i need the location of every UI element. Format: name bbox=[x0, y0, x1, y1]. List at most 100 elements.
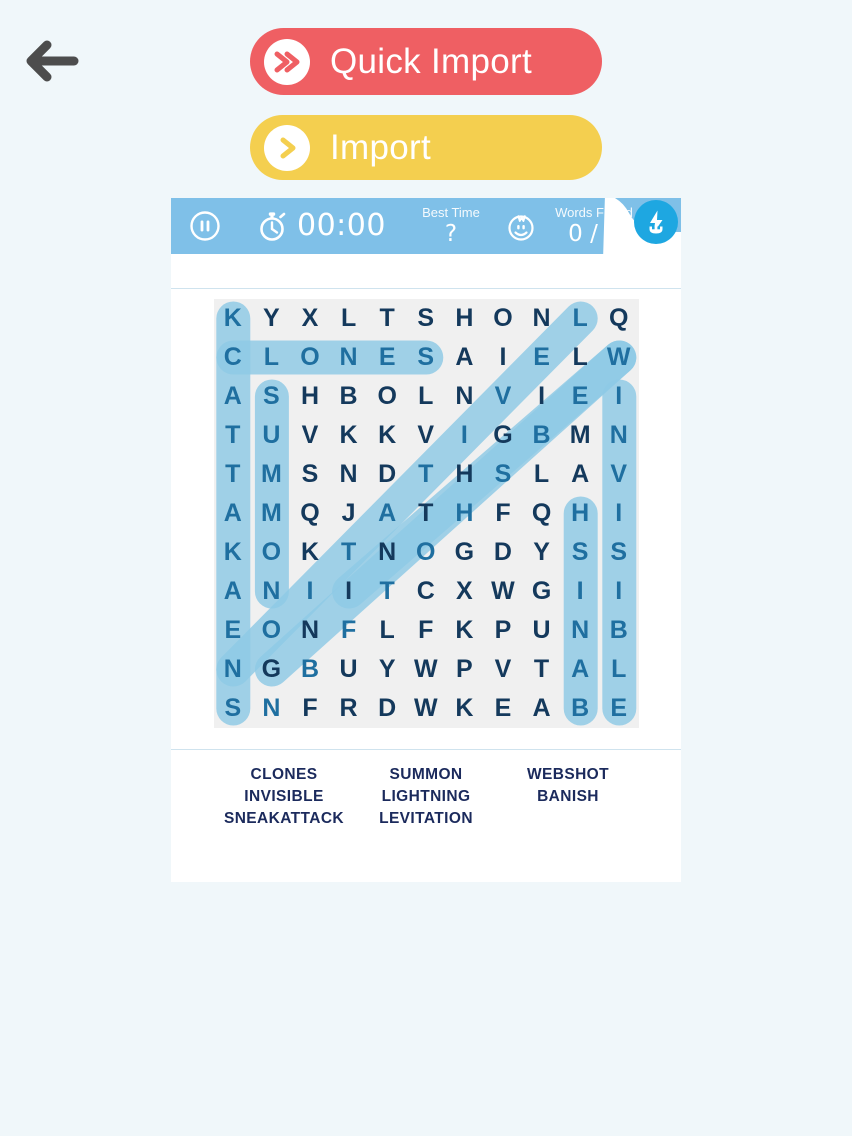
grid-cell[interactable]: V bbox=[484, 377, 523, 416]
grid-cell[interactable]: L bbox=[561, 338, 600, 377]
grid-cell[interactable]: N bbox=[522, 299, 561, 338]
grid-cell[interactable]: G bbox=[522, 572, 561, 611]
grid-cell[interactable]: M bbox=[252, 455, 291, 494]
grid-cell[interactable]: A bbox=[445, 338, 484, 377]
grid-cell[interactable]: T bbox=[214, 416, 253, 455]
word-list-item[interactable]: CLONES bbox=[213, 764, 355, 786]
grid-cell[interactable]: E bbox=[561, 377, 600, 416]
grid-cell[interactable]: J bbox=[329, 494, 368, 533]
grid-cell[interactable]: Q bbox=[599, 299, 638, 338]
grid-cell[interactable]: H bbox=[445, 455, 484, 494]
grid-cell[interactable]: K bbox=[291, 533, 330, 572]
grid-cell[interactable]: I bbox=[445, 416, 484, 455]
grid-cell[interactable]: X bbox=[445, 572, 484, 611]
grid-cell[interactable]: Y bbox=[252, 299, 291, 338]
grid-cell[interactable]: N bbox=[599, 416, 638, 455]
grid-cell[interactable]: S bbox=[561, 533, 600, 572]
grid-cell[interactable]: C bbox=[406, 572, 445, 611]
grid-cell[interactable]: L bbox=[522, 455, 561, 494]
grid-cell[interactable]: S bbox=[599, 533, 638, 572]
grid-cell[interactable]: W bbox=[484, 572, 523, 611]
grid-cell[interactable]: I bbox=[561, 572, 600, 611]
letter-grid[interactable]: KYXLTSHONLQCLONESAIELWASHBOLNVIEITUVKKVI… bbox=[213, 299, 639, 728]
grid-cell[interactable]: K bbox=[368, 416, 407, 455]
word-list-item[interactable]: BANISH bbox=[497, 786, 639, 808]
grid-cell[interactable]: N bbox=[368, 533, 407, 572]
grid-cell[interactable]: N bbox=[445, 377, 484, 416]
grid-cell[interactable]: O bbox=[484, 299, 523, 338]
grid-cell[interactable]: D bbox=[368, 455, 407, 494]
grid-cell[interactable]: O bbox=[252, 533, 291, 572]
grid-cell[interactable]: Y bbox=[368, 650, 407, 689]
grid-cell[interactable]: V bbox=[291, 416, 330, 455]
grid-cell[interactable]: L bbox=[599, 650, 638, 689]
grid-cell[interactable]: L bbox=[252, 338, 291, 377]
grid-cell[interactable]: T bbox=[406, 494, 445, 533]
grid-cell[interactable]: Q bbox=[522, 494, 561, 533]
grid-cell[interactable]: I bbox=[599, 494, 638, 533]
grid-cell[interactable]: M bbox=[252, 494, 291, 533]
grid-cell[interactable]: N bbox=[561, 611, 600, 650]
grid-cell[interactable]: T bbox=[329, 533, 368, 572]
grid-cell[interactable]: H bbox=[561, 494, 600, 533]
grid-cell[interactable]: S bbox=[214, 689, 253, 728]
import-button[interactable]: Import bbox=[250, 115, 602, 180]
grid-cell[interactable]: W bbox=[406, 650, 445, 689]
grid-cell[interactable]: P bbox=[484, 611, 523, 650]
grid-cell[interactable]: H bbox=[445, 494, 484, 533]
grid-cell[interactable]: K bbox=[445, 611, 484, 650]
grid-cell[interactable]: S bbox=[406, 299, 445, 338]
back-button[interactable] bbox=[20, 30, 82, 92]
grid-cell[interactable]: I bbox=[522, 377, 561, 416]
grid-cell[interactable]: I bbox=[329, 572, 368, 611]
quick-import-button[interactable]: Quick Import bbox=[250, 28, 602, 95]
grid-cell[interactable]: B bbox=[522, 416, 561, 455]
grid-cell[interactable]: G bbox=[484, 416, 523, 455]
grid-cell[interactable]: S bbox=[291, 455, 330, 494]
grid-cell[interactable]: I bbox=[599, 572, 638, 611]
grid-cell[interactable]: K bbox=[445, 689, 484, 728]
word-list-item[interactable]: LIGHTNING bbox=[355, 786, 497, 808]
grid-cell[interactable]: X bbox=[291, 299, 330, 338]
grid-cell[interactable]: V bbox=[599, 455, 638, 494]
grid-cell[interactable]: B bbox=[291, 650, 330, 689]
grid-cell[interactable]: A bbox=[561, 650, 600, 689]
grid-cell[interactable]: I bbox=[291, 572, 330, 611]
word-list-item[interactable]: SNEAKATTACK bbox=[213, 808, 355, 830]
grid-cell[interactable]: K bbox=[214, 533, 253, 572]
grid-cell[interactable]: H bbox=[445, 299, 484, 338]
grid-cell[interactable]: O bbox=[406, 533, 445, 572]
grid-cell[interactable]: T bbox=[214, 455, 253, 494]
grid-cell[interactable]: F bbox=[291, 689, 330, 728]
grid-cell[interactable]: L bbox=[406, 377, 445, 416]
grid-cell[interactable]: L bbox=[368, 611, 407, 650]
grid-cell[interactable]: L bbox=[329, 299, 368, 338]
grid-cell[interactable]: W bbox=[599, 338, 638, 377]
grid-cell[interactable]: U bbox=[252, 416, 291, 455]
grid-cell[interactable]: Q bbox=[291, 494, 330, 533]
grid-cell[interactable]: E bbox=[214, 611, 253, 650]
grid-cell[interactable]: K bbox=[329, 416, 368, 455]
grid-cell[interactable]: W bbox=[406, 689, 445, 728]
grid-cell[interactable]: Y bbox=[522, 533, 561, 572]
grid-cell[interactable]: B bbox=[599, 611, 638, 650]
grid-cell[interactable]: A bbox=[561, 455, 600, 494]
grid-cell[interactable]: E bbox=[484, 689, 523, 728]
grid-cell[interactable]: R bbox=[329, 689, 368, 728]
grid-cell[interactable]: S bbox=[252, 377, 291, 416]
grid-cell[interactable]: F bbox=[329, 611, 368, 650]
grid-cell[interactable]: C bbox=[214, 338, 253, 377]
grid-cell[interactable]: G bbox=[445, 533, 484, 572]
grid-cell[interactable]: O bbox=[291, 338, 330, 377]
grid-cell[interactable]: A bbox=[214, 572, 253, 611]
grid-cell[interactable]: V bbox=[484, 650, 523, 689]
grid-cell[interactable]: A bbox=[214, 377, 253, 416]
grid-cell[interactable]: F bbox=[406, 611, 445, 650]
word-list-item[interactable]: LEVITATION bbox=[355, 808, 497, 830]
grid-cell[interactable]: D bbox=[368, 689, 407, 728]
power-bolt-button[interactable] bbox=[634, 200, 678, 244]
grid-cell[interactable]: N bbox=[329, 455, 368, 494]
grid-cell[interactable]: N bbox=[252, 572, 291, 611]
grid-cell[interactable]: E bbox=[599, 689, 638, 728]
grid-cell[interactable]: U bbox=[329, 650, 368, 689]
